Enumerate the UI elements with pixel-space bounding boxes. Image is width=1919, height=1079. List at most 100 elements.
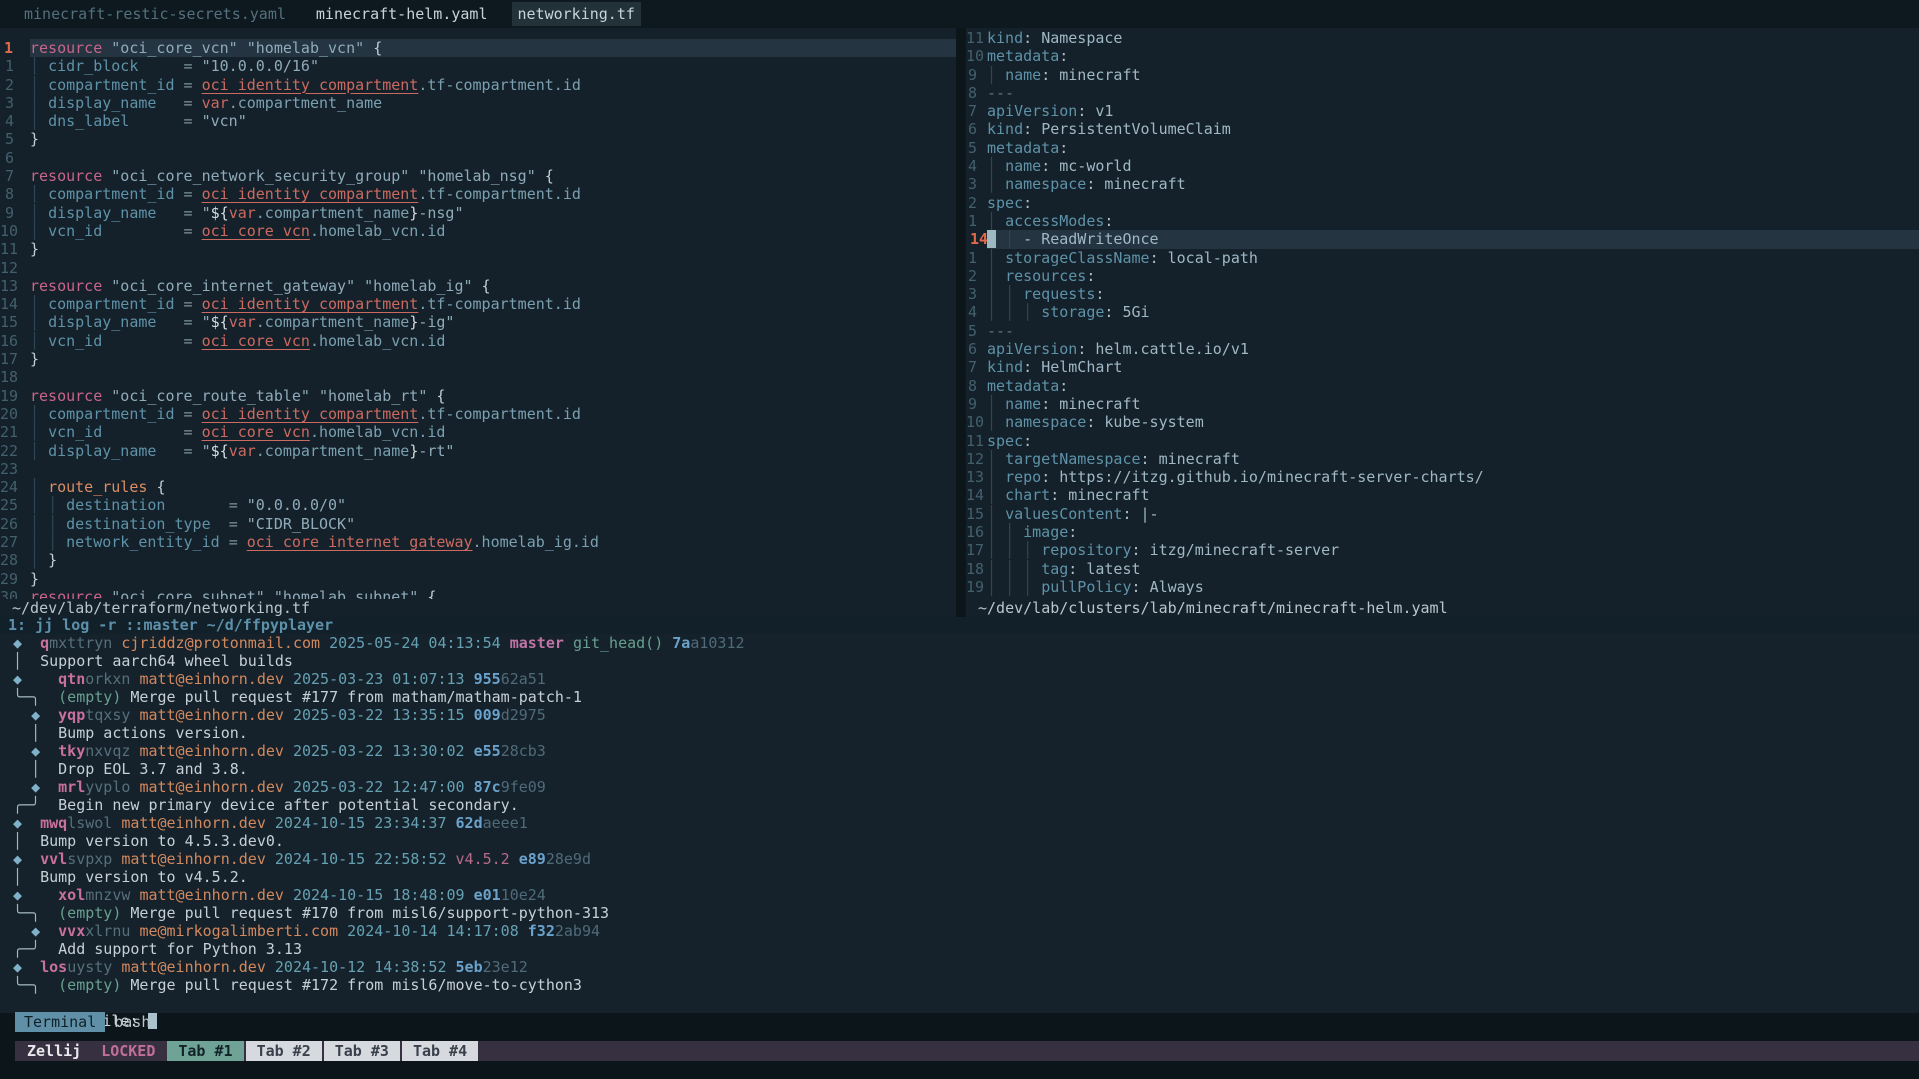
code-line[interactable]: 13│ repo: https://itzg.github.io/minecra…: [966, 468, 1919, 486]
code-line[interactable]: 16│ vcn_id = oci_core_vcn.homelab_vcn.id: [0, 332, 956, 350]
code-line[interactable]: 1│ cidr_block = "10.0.0.0/16": [0, 57, 956, 75]
code-line[interactable]: 26│ │ destination_type = "CIDR_BLOCK": [0, 515, 956, 533]
code-line[interactable]: 14 │ - ReadWriteOnce: [966, 230, 1919, 248]
segment-redu: oci_core_internet_gateway: [247, 533, 473, 551]
code-line[interactable]: 3│ namespace: minecraft: [966, 175, 1919, 193]
code-line[interactable]: 8---: [966, 84, 1919, 102]
code-line[interactable]: 14│ chart: minecraft: [966, 486, 1919, 504]
code-line[interactable]: 2│ compartment_id = oci_identity_compart…: [0, 76, 956, 94]
code-line[interactable]: 5metadata:: [966, 139, 1919, 157]
buffer-tab-minecraft-helm.yaml[interactable]: minecraft-helm.yaml: [310, 2, 494, 26]
code-text: kind: HelmChart: [987, 358, 1919, 376]
code-line[interactable]: 4│ name: mc-world: [966, 157, 1919, 175]
code-line[interactable]: 23: [0, 460, 956, 478]
code-line[interactable]: 15│ valuesContent: |-: [966, 505, 1919, 523]
code-line[interactable]: 7apiVersion: v1: [966, 102, 1919, 120]
segment-g: │: [1023, 303, 1032, 321]
log-line: ◆ qtnorkxn matt@einhorn.dev 2025-03-23 0…: [0, 670, 1919, 688]
terminal-prompt[interactable]: log file:: [0, 994, 1919, 1012]
zellij-tab-tab-2[interactable]: Tab #2: [246, 1041, 322, 1061]
code-line[interactable]: 6: [0, 149, 956, 167]
code-line[interactable]: 3│ display_name = var.compartment_name: [0, 94, 956, 112]
code-line[interactable]: 10│ vcn_id = oci_core_vcn.homelab_vcn.id: [0, 222, 956, 240]
log-line: ◆ vvlsvpxp matt@einhorn.dev 2024-10-15 2…: [0, 850, 1919, 868]
code-line[interactable]: 20│ compartment_id = oci_identity_compar…: [0, 405, 956, 423]
code-line[interactable]: 1│ accessModes:: [966, 212, 1919, 230]
code-line[interactable]: 8metadata:: [966, 377, 1919, 395]
code-line[interactable]: 9│ name: minecraft: [966, 395, 1919, 413]
code-line[interactable]: 3│ │ requests:: [966, 285, 1919, 303]
code-line[interactable]: 11kind: Namespace: [966, 29, 1919, 47]
code-line[interactable]: 7resource "oci_core_network_security_gro…: [0, 167, 956, 185]
code-text: │ vcn_id = oci_core_vcn.homelab_vcn.id: [30, 222, 956, 240]
code-line[interactable]: 16│ │ image:: [966, 523, 1919, 541]
code-line[interactable]: 2spec:: [966, 194, 1919, 212]
buffer-tab-minecraft-restic-secrets.yaml[interactable]: minecraft-restic-secrets.yaml: [18, 2, 292, 26]
code-line[interactable]: 6kind: PersistentVolumeClaim: [966, 120, 1919, 138]
code-line[interactable]: 28│ }: [0, 551, 956, 569]
code-line[interactable]: 12│ targetNamespace: minecraft: [966, 450, 1919, 468]
code-line[interactable]: 21│ vcn_id = oci_core_vcn.homelab_vcn.id: [0, 423, 956, 441]
code-line[interactable]: 5---: [966, 322, 1919, 340]
code-line[interactable]: 2│ resources:: [966, 267, 1919, 285]
code-line[interactable]: 18: [0, 368, 956, 386]
segment-empty: (empty): [58, 976, 121, 994]
editor-pane-networking-tf[interactable]: 1resource "oci_core_vcn" "homelab_vcn" {…: [0, 28, 956, 617]
code-line[interactable]: 15│ display_name = "${var.compartment_na…: [0, 313, 956, 331]
code-line[interactable]: 10│ namespace: kube-system: [966, 413, 1919, 431]
code-line[interactable]: 25│ │ destination = "0.0.0.0/0": [0, 496, 956, 514]
code-line[interactable]: 14│ compartment_id = oci_identity_compar…: [0, 295, 956, 313]
code-text: apiVersion: v1: [987, 102, 1919, 120]
code-line[interactable]: 19│ │ │ pullPolicy: Always: [966, 578, 1919, 596]
code-line[interactable]: 11}: [0, 240, 956, 258]
buffer-tab-networking.tf[interactable]: networking.tf: [512, 2, 641, 26]
code-line[interactable]: 9│ display_name = "${var.compartment_nam…: [0, 204, 956, 222]
segment-val: Always: [1150, 578, 1204, 596]
zellij-tab-tab-1[interactable]: Tab #1: [167, 1041, 243, 1061]
terminal-pane[interactable]: 1: jj log -r ::master ~/d/ffpyplayer ◆ q…: [0, 617, 1919, 1013]
segment-key: spec: [987, 432, 1023, 450]
segment-op: =: [229, 533, 247, 551]
code-line[interactable]: 11spec:: [966, 432, 1919, 450]
segment-t: [465, 670, 474, 688]
segment-t: [22, 670, 58, 688]
segment-str: ": [202, 204, 211, 222]
code-line[interactable]: 12: [0, 259, 956, 277]
code-line[interactable]: 4│ │ │ storage: 5Gi: [966, 303, 1919, 321]
segment-interp: ${: [211, 442, 229, 460]
zellij-tab-tab-4[interactable]: Tab #4: [402, 1041, 478, 1061]
code-line[interactable]: 17│ │ │ repository: itzg/minecraft-serve…: [966, 541, 1919, 559]
code-line[interactable]: 9│ name: minecraft: [966, 66, 1919, 84]
code-line[interactable]: 22│ display_name = "${var.compartment_na…: [0, 442, 956, 460]
segment-t: [40, 778, 58, 796]
code-line[interactable]: 24│ route_rules {: [0, 478, 956, 496]
zellij-tab-tab-3[interactable]: Tab #3: [324, 1041, 400, 1061]
code-line[interactable]: 1│ storageClassName: local-path: [966, 249, 1919, 267]
code-line[interactable]: 27│ │ network_entity_id = oci_core_inter…: [0, 533, 956, 551]
segment-t: [320, 634, 329, 652]
code-line[interactable]: 10metadata:: [966, 47, 1919, 65]
code-line[interactable]: 13resource "oci_core_internet_gateway" "…: [0, 277, 956, 295]
code-line[interactable]: 19resource "oci_core_route_table" "homel…: [0, 387, 956, 405]
code-line[interactable]: 6apiVersion: helm.cattle.io/v1: [966, 340, 1919, 358]
segment-g: │: [30, 76, 39, 94]
editor-pane-minecraft-helm-yaml[interactable]: 11kind: Namespace10metadata:9│ name: min…: [966, 28, 1919, 617]
line-number: 1: [966, 249, 987, 267]
segment-hash: a10312: [690, 634, 744, 652]
segment-str: "oci_core_route_table" "homelab_rt": [102, 387, 436, 405]
code-line[interactable]: 1resource "oci_core_vcn" "homelab_vcn" {: [0, 39, 956, 57]
code-line[interactable]: 17}: [0, 350, 956, 368]
segment-g: │: [30, 478, 39, 496]
code-line[interactable]: 4│ dns_label = "vcn": [0, 112, 956, 130]
code-line[interactable]: 29}: [0, 570, 956, 588]
code-line[interactable]: 18│ │ │ tag: latest: [966, 560, 1919, 578]
segment-mem: .compartment_name: [256, 442, 410, 460]
code-line[interactable]: 8│ compartment_id = oci_identity_compart…: [0, 185, 956, 203]
code-line[interactable]: 7kind: HelmChart: [966, 358, 1919, 376]
segment-g: │: [987, 395, 996, 413]
line-number: 5: [0, 130, 30, 148]
code-line[interactable]: 5}: [0, 130, 956, 148]
code-text: [30, 460, 956, 478]
segment-mem: .tf-compartment.id: [418, 76, 581, 94]
segment-key: chart: [1005, 486, 1050, 504]
